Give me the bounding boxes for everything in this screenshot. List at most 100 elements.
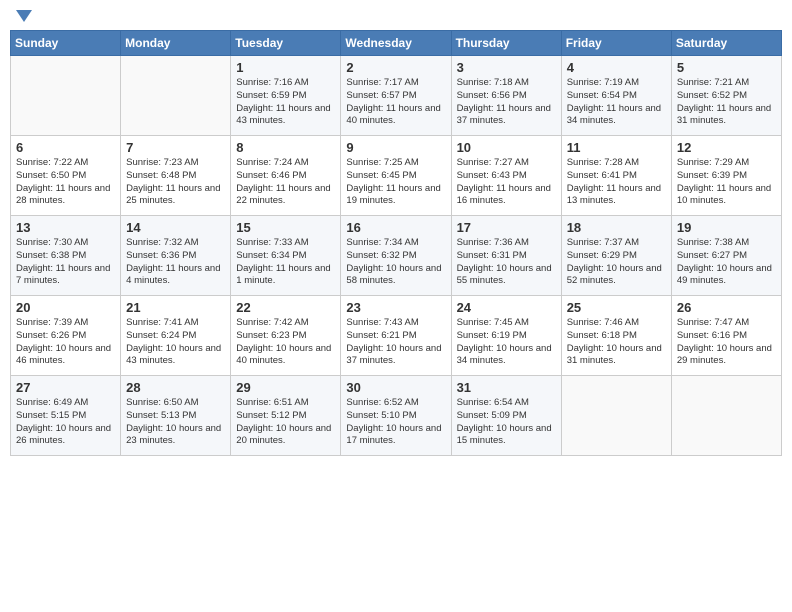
calendar-week-row: 27Sunrise: 6:49 AM Sunset: 5:15 PM Dayli… — [11, 376, 782, 456]
day-info: Sunrise: 7:16 AM Sunset: 6:59 PM Dayligh… — [236, 77, 335, 128]
day-number: 16 — [346, 220, 445, 235]
day-number: 22 — [236, 300, 335, 315]
calendar-cell: 1 Sunrise: 7:16 AM Sunset: 6:59 PM Daylig… — [231, 56, 341, 136]
day-number: 6 — [16, 140, 115, 155]
day-number: 14 — [126, 220, 225, 235]
calendar-cell — [121, 56, 231, 136]
day-info: Sunrise: 7:22 AM Sunset: 6:50 PM Dayligh… — [16, 157, 115, 208]
calendar-cell: 31 Sunrise: 6:54 AM Sunset: 5:09 PM Dayli… — [451, 376, 561, 456]
day-number: 7 — [126, 140, 225, 155]
calendar-week-row: 6 Sunrise: 7:22 AM Sunset: 6:50 PM Daylig… — [11, 136, 782, 216]
day-info: Sunrise: 6:52 AM Sunset: 5:10 PM Dayligh… — [346, 397, 445, 448]
calendar-cell: 15 Sunrise: 7:33 AM Sunset: 6:34 PM Dayli… — [231, 216, 341, 296]
calendar-cell: 6 Sunrise: 7:22 AM Sunset: 6:50 PM Daylig… — [11, 136, 121, 216]
day-number: 15 — [236, 220, 335, 235]
day-info: Sunrise: 7:37 AM Sunset: 6:29 PM Dayligh… — [567, 237, 666, 288]
day-info: Sunrise: 7:46 AM Sunset: 6:18 PM Dayligh… — [567, 317, 666, 368]
day-number: 12 — [677, 140, 776, 155]
day-number: 9 — [346, 140, 445, 155]
day-info: Sunrise: 7:19 AM Sunset: 6:54 PM Dayligh… — [567, 77, 666, 128]
calendar-cell: 2 Sunrise: 7:17 AM Sunset: 6:57 PM Daylig… — [341, 56, 451, 136]
day-number: 24 — [457, 300, 556, 315]
calendar-cell: 24 Sunrise: 7:45 AM Sunset: 6:19 PM Dayli… — [451, 296, 561, 376]
day-number: 2 — [346, 60, 445, 75]
day-info: Sunrise: 7:42 AM Sunset: 6:23 PM Dayligh… — [236, 317, 335, 368]
calendar-cell: 20 Sunrise: 7:39 AM Sunset: 6:26 PM Dayli… — [11, 296, 121, 376]
calendar-cell: 23Sunrise: 7:43 AM Sunset: 6:21 PM Dayli… — [341, 296, 451, 376]
calendar-cell: 12 Sunrise: 7:29 AM Sunset: 6:39 PM Dayli… — [671, 136, 781, 216]
day-info: Sunrise: 7:23 AM Sunset: 6:48 PM Dayligh… — [126, 157, 225, 208]
day-number: 29 — [236, 380, 335, 395]
calendar-cell: 9 Sunrise: 7:25 AM Sunset: 6:45 PM Daylig… — [341, 136, 451, 216]
weekday-header-friday: Friday — [561, 31, 671, 56]
weekday-header-row: SundayMondayTuesdayWednesdayThursdayFrid… — [11, 31, 782, 56]
day-info: Sunrise: 6:51 AM Sunset: 5:12 PM Dayligh… — [236, 397, 335, 448]
logo-triangle-icon — [16, 10, 32, 22]
day-info: Sunrise: 6:49 AM Sunset: 5:15 PM Dayligh… — [16, 397, 115, 448]
day-info: Sunrise: 6:54 AM Sunset: 5:09 PM Dayligh… — [457, 397, 556, 448]
day-info: Sunrise: 7:34 AM Sunset: 6:32 PM Dayligh… — [346, 237, 445, 288]
day-info: Sunrise: 7:17 AM Sunset: 6:57 PM Dayligh… — [346, 77, 445, 128]
day-info: Sunrise: 7:45 AM Sunset: 6:19 PM Dayligh… — [457, 317, 556, 368]
day-number: 28 — [126, 380, 225, 395]
calendar-cell: 10 Sunrise: 7:27 AM Sunset: 6:43 PM Dayli… — [451, 136, 561, 216]
day-number: 8 — [236, 140, 335, 155]
day-info: Sunrise: 7:21 AM Sunset: 6:52 PM Dayligh… — [677, 77, 776, 128]
day-info: Sunrise: 7:30 AM Sunset: 6:38 PM Dayligh… — [16, 237, 115, 288]
calendar-cell: 28 Sunrise: 6:50 AM Sunset: 5:13 PM Dayli… — [121, 376, 231, 456]
calendar-cell: 22 Sunrise: 7:42 AM Sunset: 6:23 PM Dayli… — [231, 296, 341, 376]
day-info: Sunrise: 7:28 AM Sunset: 6:41 PM Dayligh… — [567, 157, 666, 208]
day-info: Sunrise: 7:41 AM Sunset: 6:24 PM Dayligh… — [126, 317, 225, 368]
calendar-cell: 16 Sunrise: 7:34 AM Sunset: 6:32 PM Dayli… — [341, 216, 451, 296]
day-info: Sunrise: 7:32 AM Sunset: 6:36 PM Dayligh… — [126, 237, 225, 288]
calendar-cell: 7 Sunrise: 7:23 AM Sunset: 6:48 PM Daylig… — [121, 136, 231, 216]
calendar-cell — [671, 376, 781, 456]
day-number: 25 — [567, 300, 666, 315]
calendar-cell: 27Sunrise: 6:49 AM Sunset: 5:15 PM Dayli… — [11, 376, 121, 456]
logo — [14, 10, 32, 22]
calendar-table: SundayMondayTuesdayWednesdayThursdayFrid… — [10, 30, 782, 456]
day-info: Sunrise: 7:39 AM Sunset: 6:26 PM Dayligh… — [16, 317, 115, 368]
day-number: 1 — [236, 60, 335, 75]
day-info: Sunrise: 7:43 AM Sunset: 6:21 PM Dayligh… — [346, 317, 445, 368]
day-number: 18 — [567, 220, 666, 235]
weekday-header-wednesday: Wednesday — [341, 31, 451, 56]
calendar-week-row: 13 Sunrise: 7:30 AM Sunset: 6:38 PM Dayli… — [11, 216, 782, 296]
day-number: 19 — [677, 220, 776, 235]
day-number: 31 — [457, 380, 556, 395]
calendar-cell: 29 Sunrise: 6:51 AM Sunset: 5:12 PM Dayli… — [231, 376, 341, 456]
day-number: 26 — [677, 300, 776, 315]
calendar-cell: 25 Sunrise: 7:46 AM Sunset: 6:18 PM Dayli… — [561, 296, 671, 376]
day-number: 21 — [126, 300, 225, 315]
calendar-cell: 30 Sunrise: 6:52 AM Sunset: 5:10 PM Dayli… — [341, 376, 451, 456]
day-info: Sunrise: 7:27 AM Sunset: 6:43 PM Dayligh… — [457, 157, 556, 208]
day-info: Sunrise: 7:47 AM Sunset: 6:16 PM Dayligh… — [677, 317, 776, 368]
day-number: 20 — [16, 300, 115, 315]
calendar-cell: 14 Sunrise: 7:32 AM Sunset: 6:36 PM Dayli… — [121, 216, 231, 296]
day-number: 4 — [567, 60, 666, 75]
weekday-header-saturday: Saturday — [671, 31, 781, 56]
day-number: 30 — [346, 380, 445, 395]
calendar-cell: 8Sunrise: 7:24 AM Sunset: 6:46 PM Daylig… — [231, 136, 341, 216]
day-number: 3 — [457, 60, 556, 75]
day-info: Sunrise: 6:50 AM Sunset: 5:13 PM Dayligh… — [126, 397, 225, 448]
day-number: 13 — [16, 220, 115, 235]
day-number: 10 — [457, 140, 556, 155]
header — [10, 10, 782, 22]
calendar-cell: 21 Sunrise: 7:41 AM Sunset: 6:24 PM Dayli… — [121, 296, 231, 376]
day-info: Sunrise: 7:29 AM Sunset: 6:39 PM Dayligh… — [677, 157, 776, 208]
calendar-cell: 3Sunrise: 7:18 AM Sunset: 6:56 PM Daylig… — [451, 56, 561, 136]
calendar-cell: 19 Sunrise: 7:38 AM Sunset: 6:27 PM Dayli… — [671, 216, 781, 296]
day-number: 11 — [567, 140, 666, 155]
calendar-cell — [561, 376, 671, 456]
day-info: Sunrise: 7:38 AM Sunset: 6:27 PM Dayligh… — [677, 237, 776, 288]
calendar-week-row: 20 Sunrise: 7:39 AM Sunset: 6:26 PM Dayli… — [11, 296, 782, 376]
calendar-cell: 4 Sunrise: 7:19 AM Sunset: 6:54 PM Daylig… — [561, 56, 671, 136]
day-info: Sunrise: 7:25 AM Sunset: 6:45 PM Dayligh… — [346, 157, 445, 208]
weekday-header-monday: Monday — [121, 31, 231, 56]
weekday-header-tuesday: Tuesday — [231, 31, 341, 56]
day-info: Sunrise: 7:36 AM Sunset: 6:31 PM Dayligh… — [457, 237, 556, 288]
day-info: Sunrise: 7:33 AM Sunset: 6:34 PM Dayligh… — [236, 237, 335, 288]
weekday-header-sunday: Sunday — [11, 31, 121, 56]
weekday-header-thursday: Thursday — [451, 31, 561, 56]
